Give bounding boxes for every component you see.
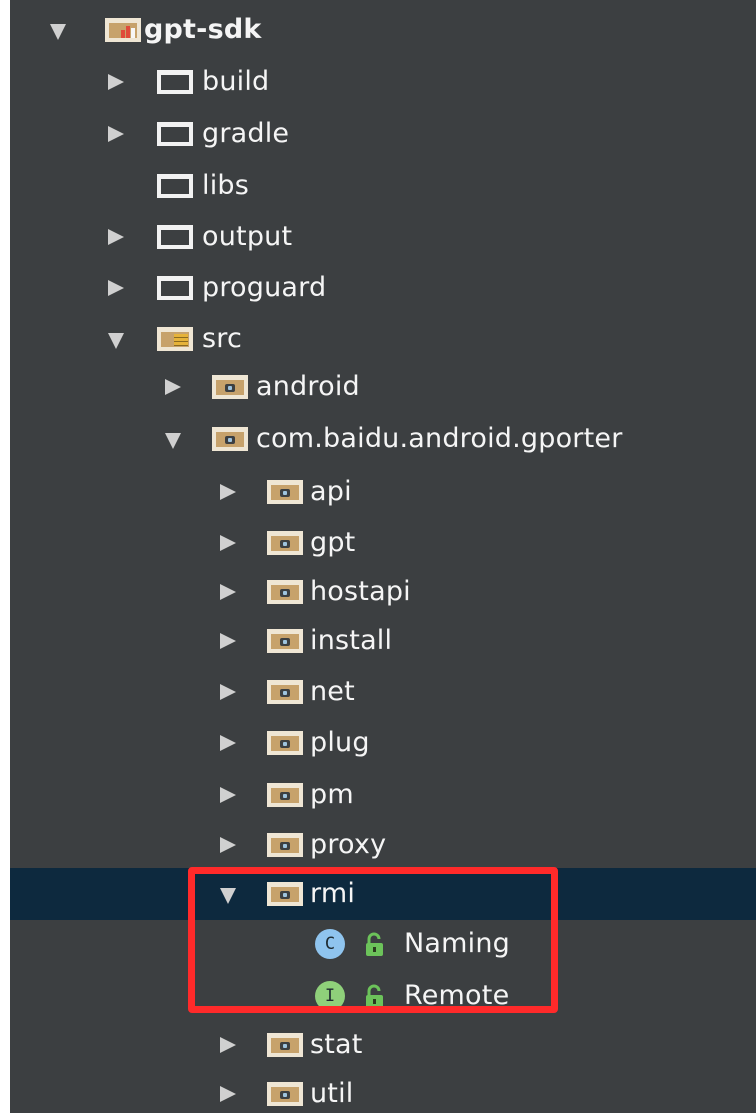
collapse-arrow-icon[interactable] <box>108 333 124 349</box>
class-icon: C <box>315 929 345 959</box>
tree-item-label: plug <box>310 727 370 758</box>
tree-item-gradle[interactable]: gradle <box>10 108 756 160</box>
expand-arrow-icon[interactable] <box>165 379 181 395</box>
module-folder-icon <box>105 18 141 42</box>
tree-item-net[interactable]: net <box>10 666 756 718</box>
tree-item-proxy[interactable]: proxy <box>10 819 756 871</box>
tree-item-label: Naming <box>404 928 510 959</box>
unlocked-icon <box>366 984 383 1008</box>
tree-item-stat[interactable]: stat <box>10 1019 756 1071</box>
package-icon <box>212 375 248 399</box>
package-icon <box>267 882 303 906</box>
expand-arrow-icon[interactable] <box>220 837 236 853</box>
tree-item-libs[interactable]: libs <box>10 160 756 212</box>
expand-arrow-icon[interactable] <box>220 1037 236 1053</box>
package-icon <box>267 680 303 704</box>
tree-item-android[interactable]: android <box>10 361 756 413</box>
tree-item-label: hostapi <box>310 576 411 607</box>
expand-arrow-icon[interactable] <box>220 484 236 500</box>
folder-icon <box>157 276 193 300</box>
expand-arrow-icon[interactable] <box>220 584 236 600</box>
package-icon <box>267 531 303 555</box>
collapse-arrow-icon[interactable] <box>220 888 236 904</box>
tree-item-util[interactable]: util <box>10 1068 756 1113</box>
unlocked-icon <box>366 932 383 956</box>
tree-item-label: src <box>202 323 243 354</box>
tree-item-label: output <box>202 221 293 252</box>
expand-arrow-icon[interactable] <box>108 229 124 245</box>
expand-arrow-icon[interactable] <box>220 633 236 649</box>
tree-item-rmi[interactable]: rmi <box>10 868 756 920</box>
expand-arrow-icon[interactable] <box>108 74 124 90</box>
package-icon <box>267 629 303 653</box>
tree-item-output[interactable]: output <box>10 211 756 263</box>
tree-item-label: pm <box>310 779 354 810</box>
folder-icon <box>157 122 193 146</box>
package-icon <box>267 1033 303 1057</box>
tree-item-com-baidu-android-gporter[interactable]: com.baidu.android.gporter <box>10 413 756 465</box>
expand-arrow-icon[interactable] <box>220 735 236 751</box>
tree-item-gpt[interactable]: gpt <box>10 517 756 569</box>
tree-item-label: install <box>310 625 393 656</box>
tree-item-install[interactable]: install <box>10 615 756 667</box>
tree-item-label: proxy <box>310 829 387 860</box>
package-icon <box>267 833 303 857</box>
tree-item-label: proguard <box>202 272 327 303</box>
tree-item-label: rmi <box>310 878 356 909</box>
collapse-arrow-icon[interactable] <box>165 433 181 449</box>
tree-item-label: util <box>310 1078 354 1109</box>
package-icon <box>267 480 303 504</box>
expand-arrow-icon[interactable] <box>108 280 124 296</box>
folder-icon <box>157 174 193 198</box>
tree-item-hostapi[interactable]: hostapi <box>10 566 756 618</box>
tree-item-src[interactable]: src <box>10 313 756 365</box>
tree-item-api[interactable]: api <box>10 466 756 518</box>
tree-item-label: stat <box>310 1029 363 1060</box>
collapse-arrow-icon[interactable] <box>50 24 66 40</box>
tree-item-gpt-sdk[interactable]: gpt-sdk <box>10 4 756 56</box>
tree-item-remote[interactable]: I Remote <box>10 970 756 1022</box>
tree-item-label: gpt <box>310 527 356 558</box>
interface-icon: I <box>315 981 345 1011</box>
tree-item-label: api <box>310 476 352 507</box>
expand-arrow-icon[interactable] <box>220 1086 236 1102</box>
tree-item-label: com.baidu.android.gporter <box>256 423 623 454</box>
tree-item-plug[interactable]: plug <box>10 717 756 769</box>
folder-icon <box>157 70 193 94</box>
tree-item-naming[interactable]: C Naming <box>10 918 756 970</box>
expand-arrow-icon[interactable] <box>220 787 236 803</box>
tree-item-label: build <box>202 66 270 97</box>
expand-arrow-icon[interactable] <box>220 535 236 551</box>
source-folder-icon <box>157 327 193 351</box>
tree-item-pm[interactable]: pm <box>10 769 756 821</box>
tree-item-build[interactable]: build <box>10 56 756 108</box>
project-tree: gpt-sdk build gradle libs output proguar… <box>10 0 756 1113</box>
package-icon <box>267 783 303 807</box>
expand-arrow-icon[interactable] <box>220 684 236 700</box>
tree-item-label: net <box>310 676 355 707</box>
tree-item-label: gpt-sdk <box>144 14 262 45</box>
tree-item-label: libs <box>202 170 250 201</box>
tree-item-proguard[interactable]: proguard <box>10 262 756 314</box>
package-icon <box>267 580 303 604</box>
package-icon <box>267 1082 303 1106</box>
tree-item-label: Remote <box>404 980 510 1011</box>
tree-item-label: gradle <box>202 118 290 149</box>
tree-item-label: android <box>256 371 360 402</box>
folder-icon <box>157 225 193 249</box>
package-icon <box>267 731 303 755</box>
package-icon <box>212 427 248 451</box>
expand-arrow-icon[interactable] <box>108 126 124 142</box>
